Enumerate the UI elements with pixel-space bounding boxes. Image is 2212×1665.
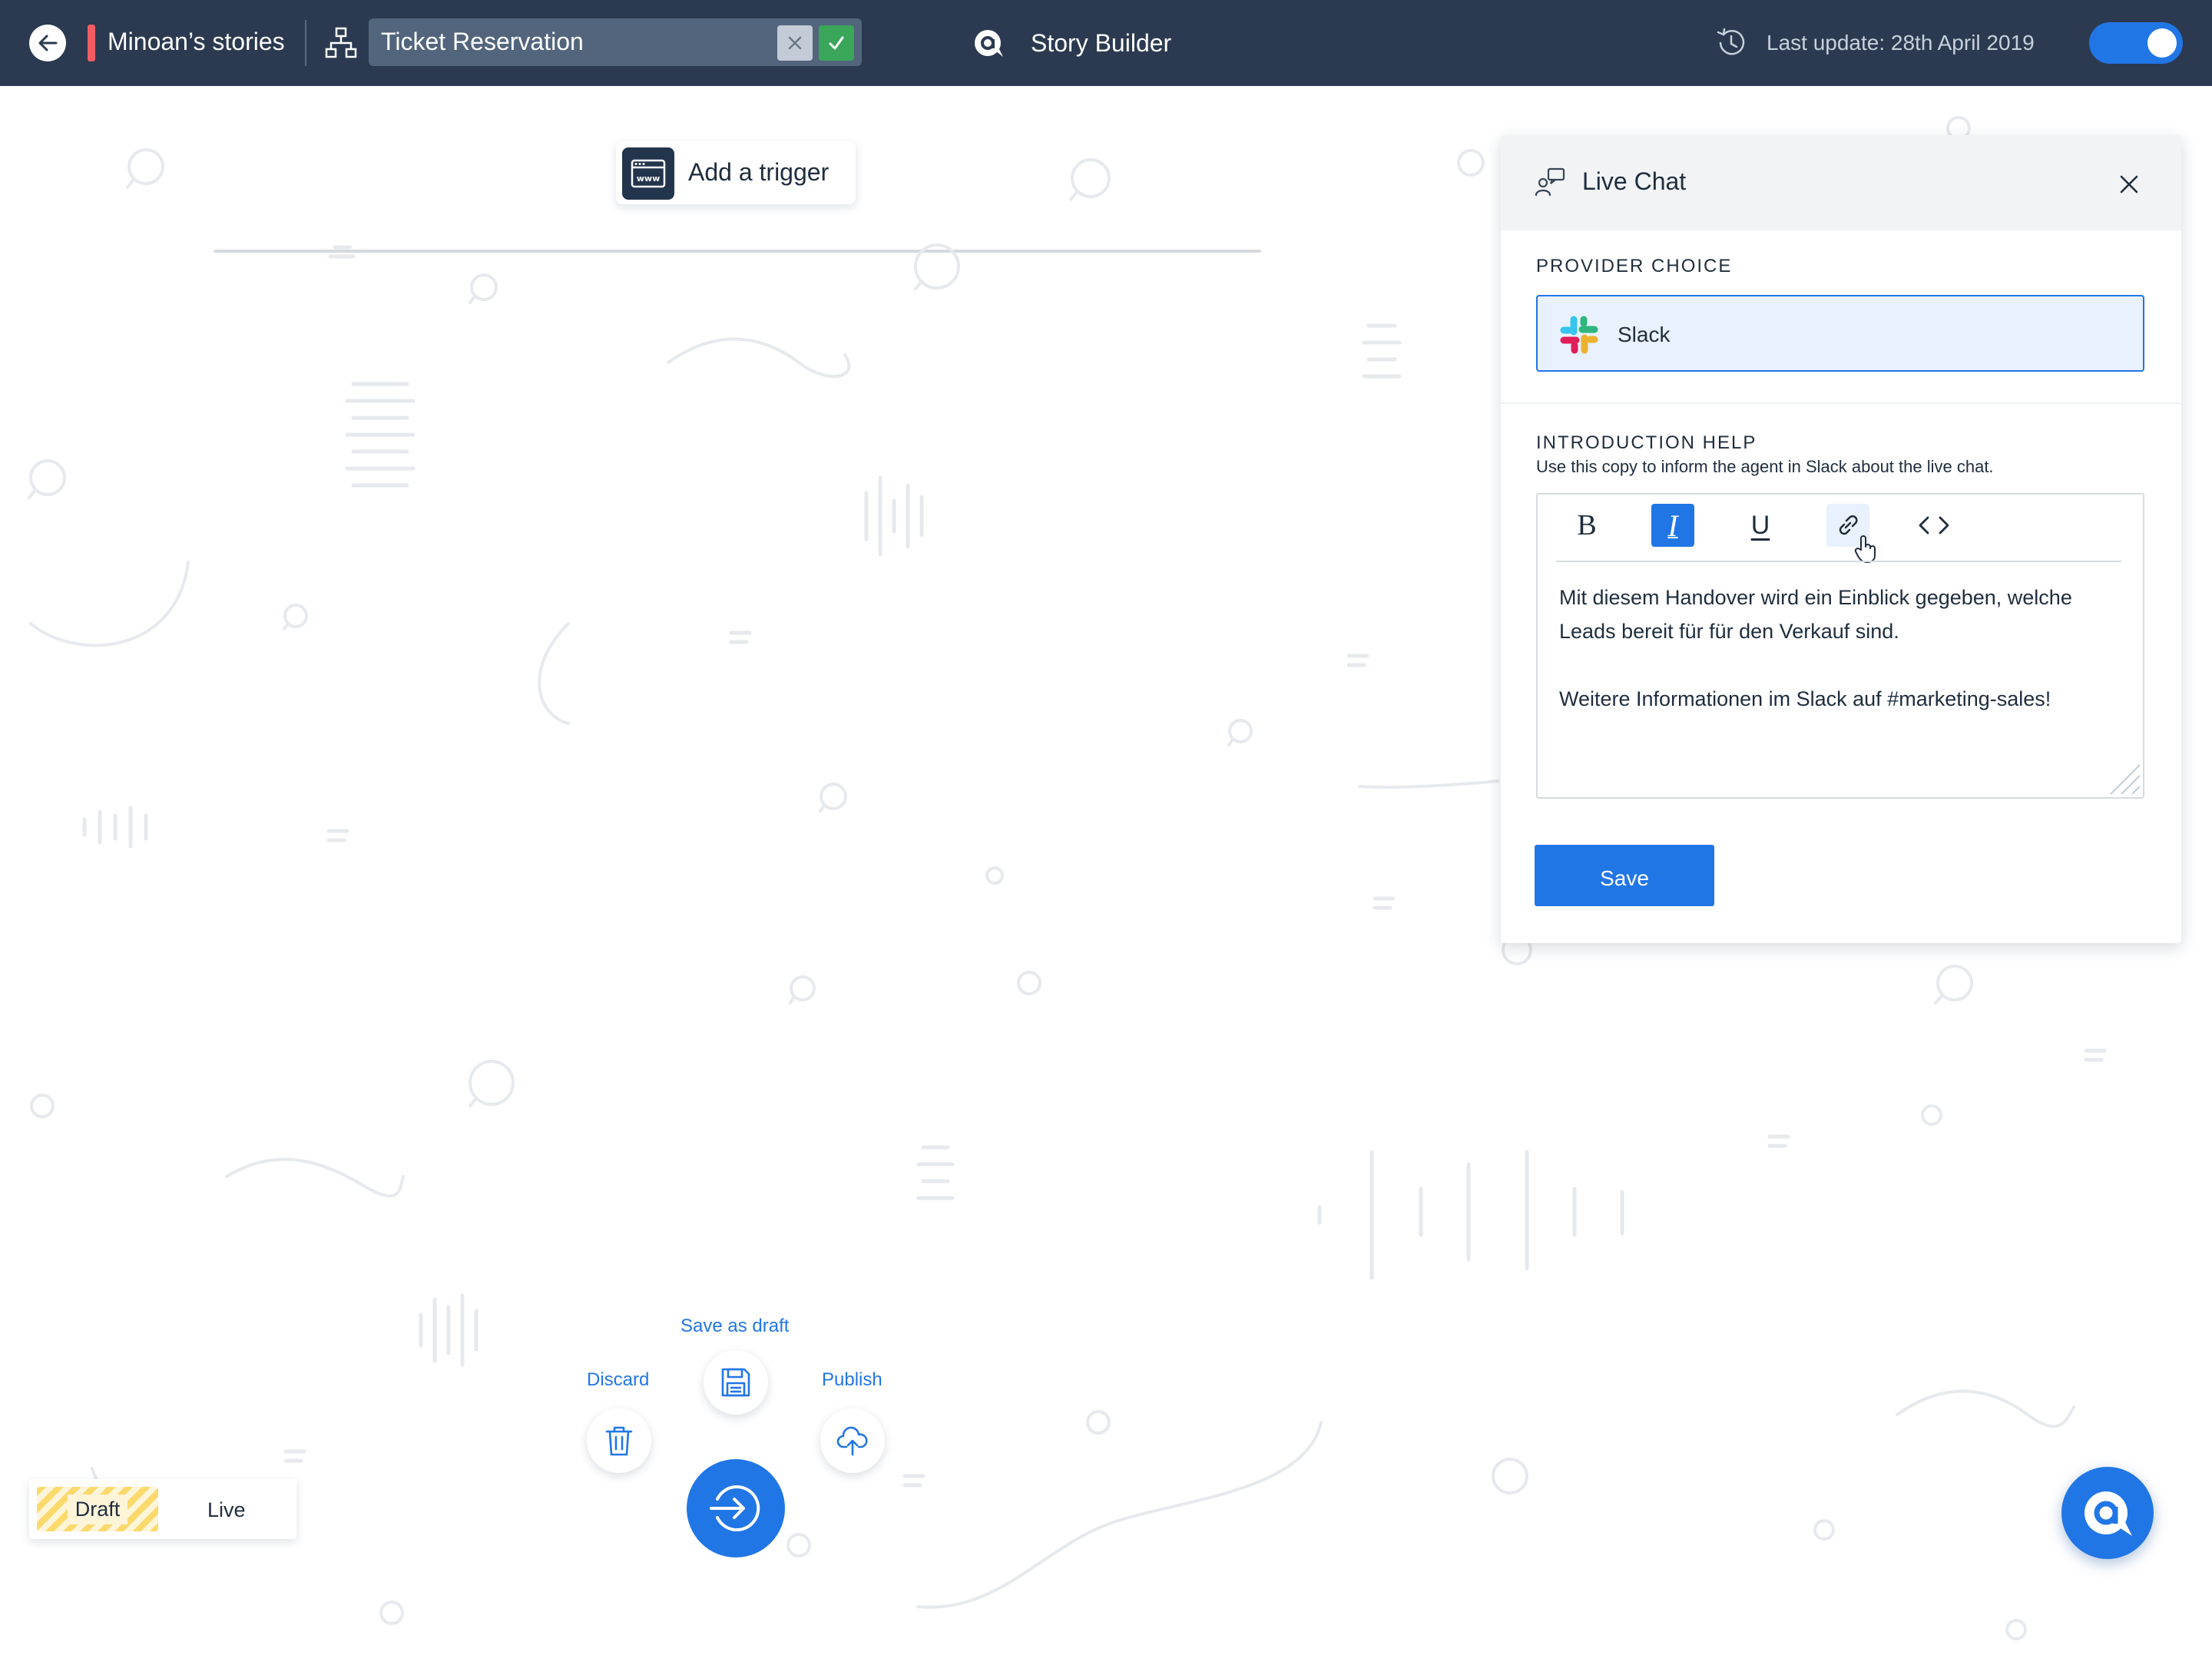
italic-button-label: I (1667, 508, 1678, 543)
toolbar-divider (1556, 561, 2121, 562)
underline-button[interactable]: U (1739, 504, 1782, 547)
save-draft-button[interactable] (704, 1350, 768, 1415)
save-button[interactable]: Save (1535, 845, 1714, 906)
svg-text:www: www (637, 174, 661, 184)
underline-button-label: U (1750, 510, 1770, 540)
header-divider (305, 20, 306, 66)
draft-mode-button[interactable]: Draft (37, 1487, 158, 1531)
hand-cursor-icon (1854, 535, 1876, 563)
italic-button[interactable]: I (1651, 504, 1694, 547)
toggle-knob (2147, 28, 2177, 58)
ticket-name-value[interactable]: Ticket Reservation (381, 26, 584, 57)
browser-www-icon: www (622, 147, 674, 200)
close-icon (788, 36, 802, 50)
chat-bubble-a-icon (2085, 1491, 2132, 1536)
confirm-rename-button[interactable] (819, 25, 854, 61)
close-panel-button[interactable] (2115, 170, 2143, 198)
editor-content[interactable]: Mit diesem Handover wird ein Einblick ge… (1559, 581, 2128, 716)
panel-title: Live Chat (1582, 167, 1687, 195)
editor-line (1559, 648, 2128, 682)
draft-live-switch: Draft Live (29, 1479, 296, 1539)
live-toggle[interactable] (2089, 22, 2183, 64)
chat-widget-button[interactable] (2061, 1467, 2154, 1559)
editor-line: Leads bereit für für den Verkauf sind. (1559, 620, 1899, 643)
last-update-text: Last update: 28th April 2019 (1767, 31, 2035, 55)
provider-select[interactable]: Slack (1536, 295, 2144, 372)
floppy-disk-icon (721, 1368, 750, 1397)
intro-section-title: INTRODUCTION HELP (1536, 432, 1757, 453)
code-button[interactable] (1912, 504, 1955, 547)
provider-selected-value: Slack (1618, 323, 1671, 346)
check-icon (829, 36, 844, 50)
close-icon (2120, 175, 2138, 194)
sign-in-icon (710, 1485, 760, 1531)
panel-header: Live Chat (1501, 135, 2181, 230)
trash-icon (605, 1426, 633, 1456)
discard-button[interactable] (587, 1408, 651, 1473)
publish-button[interactable] (820, 1408, 885, 1473)
publish-label[interactable]: Publish (822, 1369, 882, 1392)
draft-mode-label: Draft (67, 1494, 128, 1524)
app-title: Story Builder (1031, 29, 1172, 57)
cancel-rename-button[interactable] (777, 25, 813, 61)
live-chat-panel: Live Chat PROVIDER CHOICE Slack INTRODUC… (1501, 135, 2181, 943)
cloud-upload-icon (836, 1426, 868, 1456)
arrow-left-icon (38, 35, 58, 51)
back-button[interactable] (29, 25, 66, 61)
live-mode-button[interactable]: Live (207, 1498, 246, 1522)
bold-button-label: B (1577, 509, 1597, 541)
bold-button[interactable]: B (1565, 504, 1608, 547)
story-action-menu-button[interactable] (687, 1459, 785, 1557)
intro-description: Use this copy to inform the agent in Sla… (1536, 457, 1994, 476)
add-trigger-label: Add a trigger (688, 158, 830, 186)
story-name[interactable]: Minoan’s stories (108, 26, 285, 57)
sitemap-icon[interactable] (324, 26, 358, 60)
history-icon[interactable] (1714, 26, 1748, 60)
chat-bubble-a-icon (975, 30, 1003, 57)
top-bar: Minoan’s stories Ticket Reservation Stor… (0, 0, 2212, 86)
editor-line: Mit diesem Handover wird ein Einblick ge… (1559, 586, 2072, 609)
resize-grip-icon[interactable] (2104, 759, 2141, 796)
agent-chat-icon (1535, 167, 1565, 197)
save-draft-label[interactable]: Save as draft (680, 1315, 789, 1338)
rich-text-editor[interactable]: B I U Mit diesem Handover wird ein Einbl… (1536, 493, 2144, 799)
discard-label[interactable]: Discard (587, 1369, 649, 1392)
section-divider (1501, 402, 2181, 404)
slack-logo (1560, 316, 1598, 354)
ticket-name-input[interactable]: Ticket Reservation (369, 18, 862, 66)
add-trigger-button[interactable]: www Add a trigger (616, 141, 856, 204)
story-color-marker (88, 25, 95, 61)
provider-section-title: PROVIDER CHOICE (1536, 256, 1733, 276)
code-icon (1919, 516, 1949, 535)
editor-line: Weitere Informationen im Slack auf #mark… (1559, 687, 2051, 710)
